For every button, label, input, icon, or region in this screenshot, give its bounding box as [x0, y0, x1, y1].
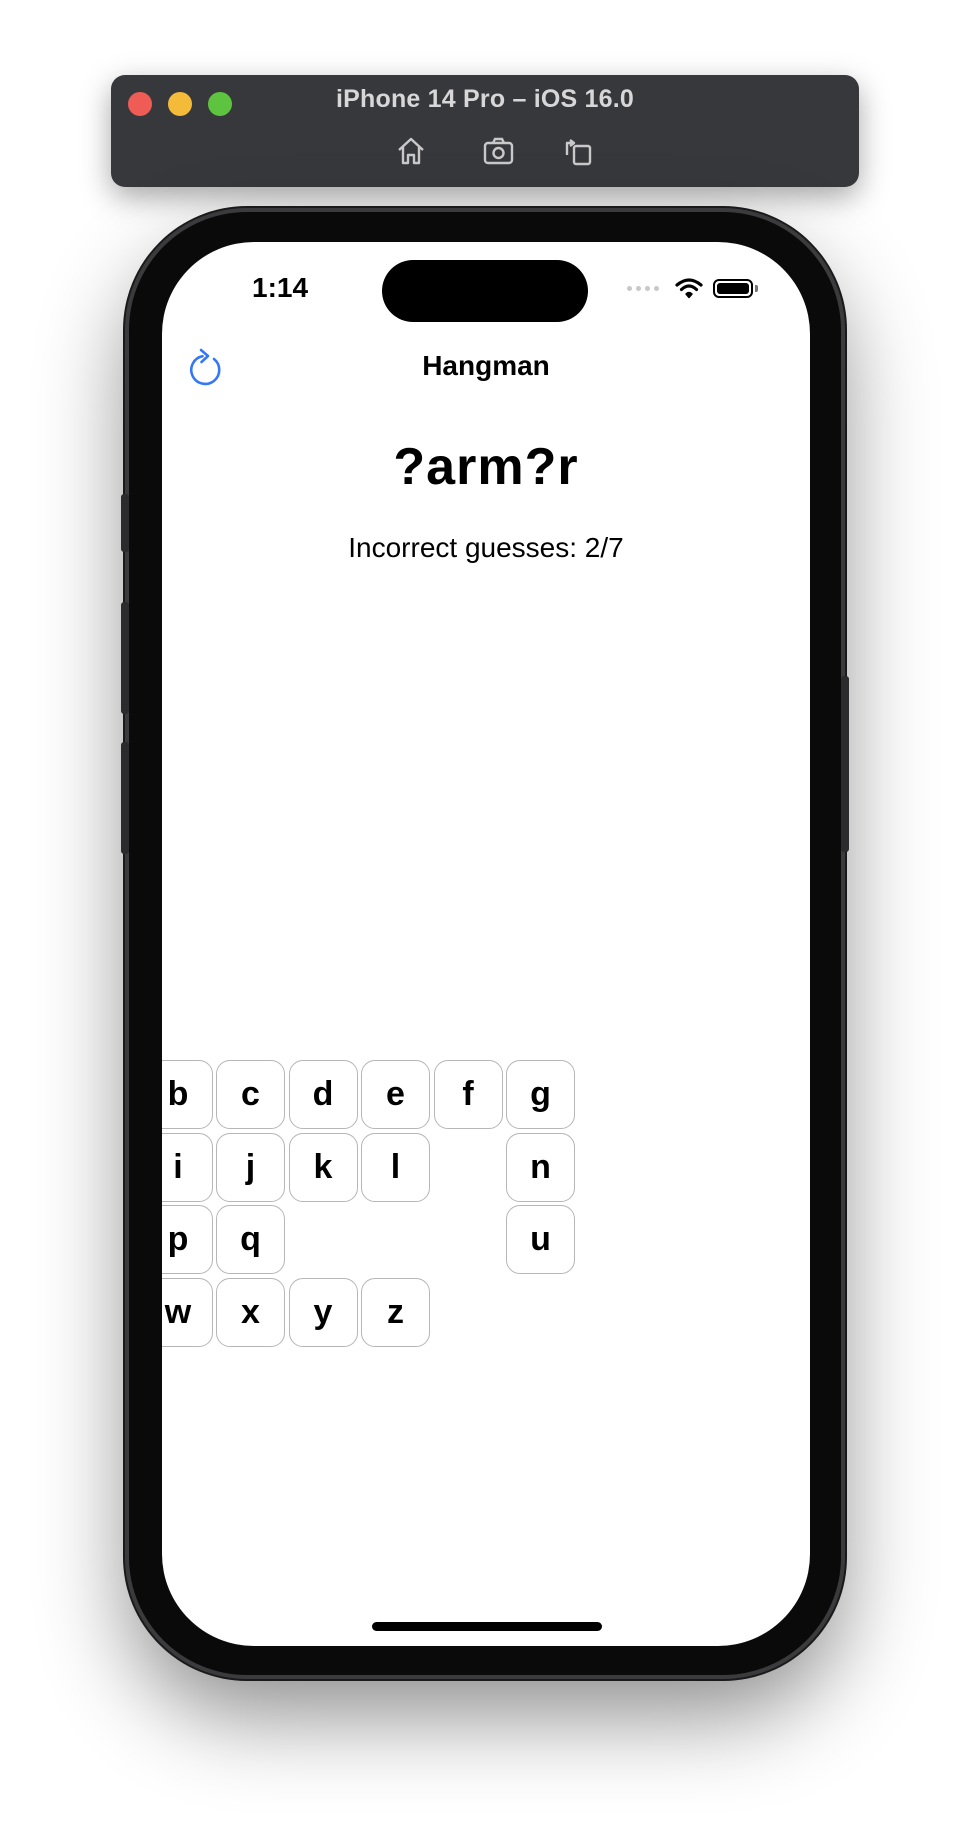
battery-tip — [755, 284, 758, 292]
letter-key-g[interactable]: g — [506, 1060, 575, 1129]
power-button — [841, 676, 849, 852]
letter-key-q[interactable]: q — [216, 1205, 285, 1274]
home-indicator[interactable] — [372, 1622, 602, 1631]
cellular-signal-icon — [627, 285, 659, 291]
status-indicators — [627, 272, 758, 304]
letter-key-u[interactable]: u — [506, 1205, 575, 1274]
screenshot-icon[interactable] — [481, 133, 517, 169]
letter-key-d[interactable]: d — [288, 1060, 358, 1129]
nav-title: Hangman — [422, 350, 550, 381]
incorrect-guesses-label: Incorrect guesses: 2/7 — [348, 532, 624, 563]
letter-key-z[interactable]: z — [361, 1277, 430, 1347]
volume-up-button — [121, 602, 129, 714]
letter-key-y[interactable]: y — [288, 1277, 358, 1347]
app-screen: 1:14 Hangman ?arm?r Incorrect guesses: 2… — [162, 242, 810, 1646]
letter-key-p[interactable]: p — [162, 1205, 213, 1274]
masked-word: ?arm?r — [393, 438, 579, 496]
rotate-icon[interactable] — [561, 133, 597, 169]
simulator-title: iPhone 14 Pro – iOS 16.0 — [336, 85, 634, 113]
status-time: 1:14 — [252, 272, 309, 303]
letter-key-w[interactable]: w — [162, 1277, 213, 1347]
simulator-title-bar: iPhone 14 Pro – iOS 16.0 — [111, 75, 859, 187]
letter-key-k[interactable]: k — [288, 1132, 358, 1202]
letter-key-n[interactable]: n — [506, 1132, 575, 1202]
dynamic-island — [382, 260, 588, 322]
letter-key-l[interactable]: l — [361, 1132, 430, 1202]
letter-key-j[interactable]: j — [216, 1132, 285, 1202]
letter-key-b[interactable]: b — [162, 1060, 213, 1129]
volume-down-button — [121, 742, 129, 854]
home-icon[interactable] — [393, 133, 429, 169]
battery-icon — [713, 278, 753, 298]
letter-key-c[interactable]: c — [216, 1060, 285, 1129]
letter-key-e[interactable]: e — [361, 1060, 430, 1129]
wifi-icon — [675, 278, 703, 299]
letter-key-f[interactable]: f — [433, 1060, 503, 1129]
letter-key-i[interactable]: i — [162, 1132, 213, 1202]
letter-key-x[interactable]: x — [216, 1277, 285, 1347]
action-button — [121, 494, 129, 552]
